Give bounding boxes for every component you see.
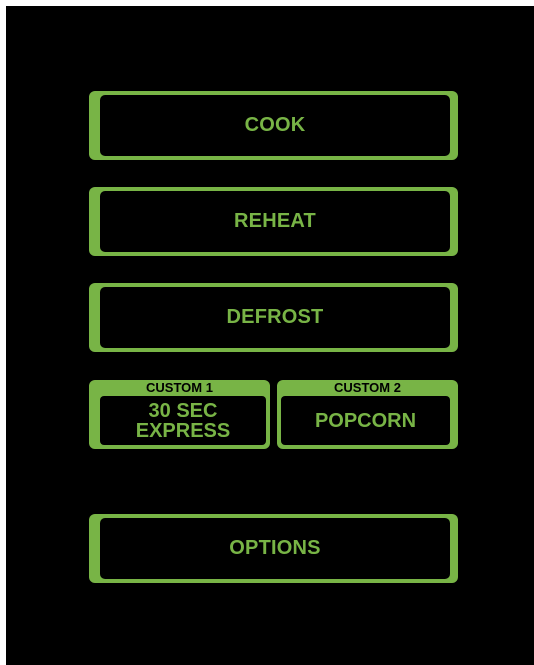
defrost-button-face: DEFROST [100,287,450,348]
options-button[interactable]: OPTIONS [89,514,458,583]
custom-2-value: POPCORN [314,409,417,432]
custom-2-face: POPCORN [281,396,450,445]
reheat-button-label: REHEAT [234,210,316,232]
cook-button[interactable]: COOK [89,91,458,160]
custom-2-tag: CUSTOM 2 [334,380,401,395]
reheat-button[interactable]: REHEAT [89,187,458,256]
options-button-label: OPTIONS [229,537,321,559]
defrost-button[interactable]: DEFROST [89,283,458,352]
custom-2-button[interactable]: CUSTOM 2 POPCORN [277,380,458,449]
control-panel-screen: COOK REHEAT DEFROST CUSTOM 1 30 SEC EXPR… [6,6,534,665]
custom-1-face: 30 SEC EXPRESS [100,396,266,445]
custom-1-button[interactable]: CUSTOM 1 30 SEC EXPRESS [89,380,270,449]
reheat-button-face: REHEAT [100,191,450,252]
defrost-button-label: DEFROST [226,306,324,328]
custom-1-value: 30 SEC EXPRESS [135,399,231,442]
cook-button-face: COOK [100,95,450,156]
cook-button-label: COOK [244,114,306,136]
options-button-face: OPTIONS [100,518,450,579]
custom-1-tag: CUSTOM 1 [146,380,213,395]
